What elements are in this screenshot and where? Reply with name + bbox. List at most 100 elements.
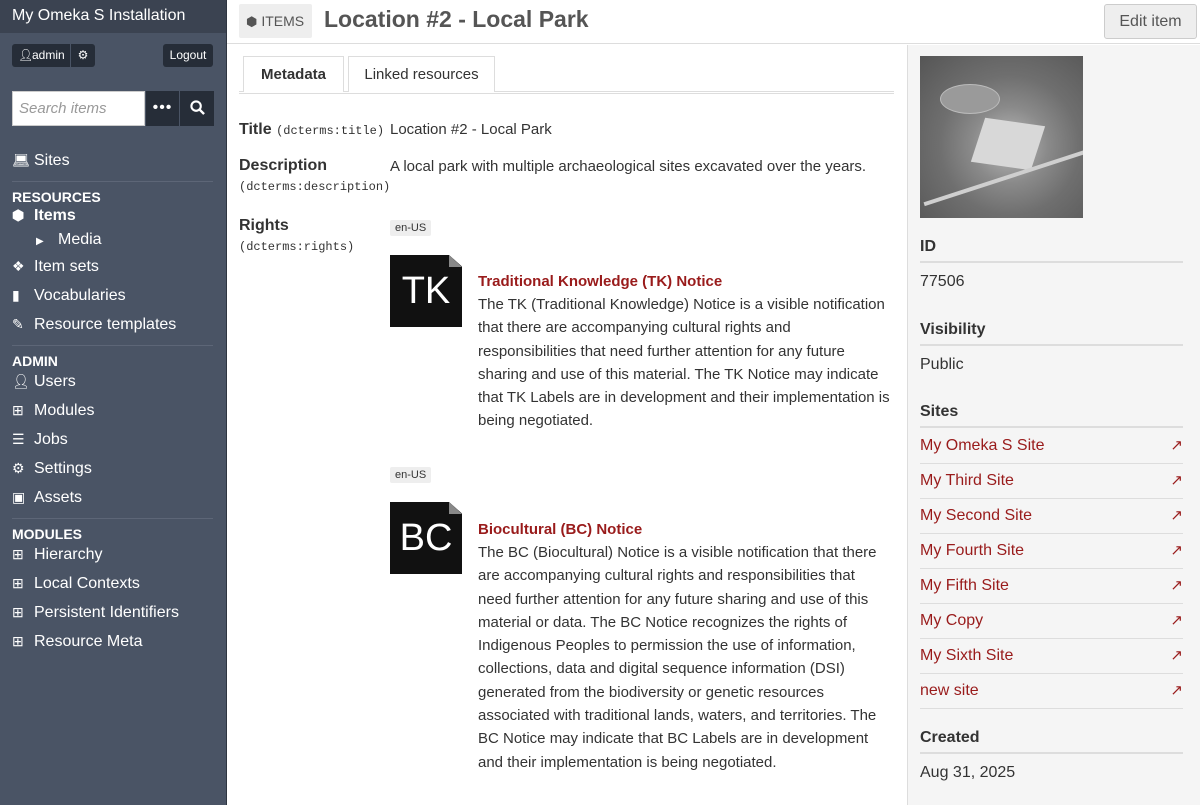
external-link-icon[interactable]: ↗ — [1170, 639, 1183, 673]
username: admin — [32, 48, 65, 62]
language-tag: en-US — [390, 467, 432, 483]
sidebar-item-label: Items — [34, 207, 76, 224]
site-name: My Third Site — [920, 472, 1014, 489]
sidebar-item-label: Vocabularies — [34, 287, 126, 304]
sites-heading: Sites — [920, 403, 1183, 428]
external-link-icon[interactable]: ↗ — [1170, 464, 1183, 498]
cube-icon: ⬢ — [12, 207, 25, 223]
external-link-icon[interactable]: ↗ — [1170, 674, 1183, 708]
external-link-icon[interactable]: ↗ — [1170, 569, 1183, 603]
site-link[interactable]: My Fifth Site ↗ — [920, 569, 1183, 604]
modules-heading: MODULES — [12, 518, 213, 542]
tab-metadata[interactable]: Metadata — [243, 56, 344, 92]
sidebar-item-label: Local Contexts — [34, 575, 140, 592]
user-icon: 👤︎ — [12, 373, 30, 389]
property-label: Title — [239, 121, 272, 138]
edit-square-icon: ✎ — [12, 316, 24, 332]
created-heading: Created — [920, 729, 1183, 754]
item-sidebar-panel: ID 77506 Visibility Public Sites My Omek… — [907, 45, 1200, 805]
plus-square-icon: ⊞ — [12, 575, 24, 591]
sidebar-item-sites[interactable]: 💻︎ Sites — [12, 146, 213, 175]
page-header: ⬢ ITEMS Location #2 - Local Park Edit ite… — [227, 0, 1200, 44]
site-name: My Copy — [920, 612, 984, 629]
section-tabs: Metadata Linked resources — [239, 56, 894, 94]
created-value: Aug 31, 2025 — [920, 764, 1016, 781]
user-bar: 👤︎admin ⚙︎ Logout — [12, 44, 213, 67]
search-input[interactable] — [12, 91, 145, 126]
sidebar-item-media[interactable]: ▶ Media — [12, 227, 213, 252]
tab-linked-resources[interactable]: Linked resources — [348, 56, 495, 92]
site-link[interactable]: My Sixth Site ↗ — [920, 639, 1183, 674]
search-button[interactable] — [180, 91, 214, 126]
site-link[interactable]: My Copy ↗ — [920, 604, 1183, 639]
notice-description: The TK (Traditional Knowledge) Notice is… — [478, 296, 890, 430]
admin-heading: ADMIN — [12, 345, 213, 369]
property-title-label: Title (dcterms:title) — [239, 121, 384, 139]
bc-notice-image: BC — [390, 502, 462, 574]
resources-heading: RESOURCES — [12, 181, 213, 205]
sidebar-item-settings[interactable]: ⚙︎ Settings — [12, 454, 213, 483]
sidebar-item-items[interactable]: ⬢ Items — [12, 203, 213, 227]
ellipsis-icon: ••• — [152, 99, 173, 116]
item-thumbnail[interactable] — [920, 56, 1083, 218]
sidebar-item-label: Sites — [34, 152, 70, 169]
sidebar-item-users[interactable]: 👤︎ Users — [12, 367, 213, 396]
external-link-icon[interactable]: ↗ — [1170, 429, 1183, 463]
sidebar-item-resource-templates[interactable]: ✎ Resource templates — [12, 310, 213, 339]
external-link-icon[interactable]: ↗ — [1170, 499, 1183, 533]
gear-icon: ⚙︎ — [77, 48, 89, 62]
external-link-icon[interactable]: ↗ — [1170, 604, 1183, 638]
tasks-icon: ☰ — [12, 431, 25, 447]
id-heading: ID — [920, 238, 1183, 263]
site-name: new site — [920, 682, 979, 699]
property-description-label: Description (dcterms:description) — [239, 157, 390, 194]
site-link[interactable]: My Third Site ↗ — [920, 464, 1183, 499]
sidebar-item-jobs[interactable]: ☰ Jobs — [12, 425, 213, 454]
sidebar-item-modules[interactable]: ⊞ Modules — [12, 396, 213, 425]
property-title-value: Location #2 - Local Park — [390, 121, 552, 138]
logout-button[interactable]: Logout — [163, 44, 213, 67]
installation-title[interactable]: My Omeka S Installation — [0, 0, 226, 33]
site-link[interactable]: new site ↗ — [920, 674, 1183, 709]
user-button[interactable]: 👤︎admin — [12, 44, 70, 67]
sidebar-item-label: Assets — [34, 489, 83, 506]
plus-square-icon: ⊞ — [12, 633, 24, 649]
sidebar-item-local-contexts[interactable]: ⊞ Local Contexts — [12, 569, 213, 598]
visibility-value: Public — [920, 356, 964, 373]
cube-icon: ⬢ — [246, 14, 258, 29]
search-bar: ••• — [12, 91, 214, 126]
sidebar-item-resource-meta[interactable]: ⊞ Resource Meta — [12, 627, 213, 656]
sidebar-item-label: Item sets — [34, 258, 99, 275]
site-link[interactable]: My Second Site ↗ — [920, 499, 1183, 534]
user-settings-button[interactable]: ⚙︎ — [71, 44, 95, 67]
main-content: Metadata Linked resources Title (dcterms… — [227, 45, 907, 805]
sidebar-item-label: Jobs — [34, 431, 68, 448]
property-label: Description — [239, 157, 328, 174]
sidebar-item-label: Users — [34, 373, 76, 390]
plus-square-icon: ⊞ — [12, 402, 24, 418]
property-label: Rights — [239, 217, 289, 234]
external-link-icon[interactable]: ↗ — [1170, 534, 1183, 568]
sidebar-item-hierarchy[interactable]: ⊞ Hierarchy — [12, 540, 213, 569]
sidebar-item-item-sets[interactable]: ❖ Item sets — [12, 252, 213, 281]
id-value: 77506 — [920, 273, 965, 290]
notice-description: The BC (Biocultural) Notice is a visible… — [478, 544, 877, 771]
property-term: (dcterms:title) — [276, 124, 385, 138]
cubes-icon: ❖ — [12, 258, 25, 274]
user-icon: 👤︎ — [18, 48, 34, 62]
sidebar-item-persistent-identifiers[interactable]: ⊞ Persistent Identifiers — [12, 598, 213, 627]
notice-title-link[interactable]: Biocultural (BC) Notice — [478, 521, 642, 538]
sidebar-item-label: Hierarchy — [34, 546, 103, 563]
plus-square-icon: ⊞ — [12, 546, 24, 562]
search-options-button[interactable]: ••• — [146, 91, 179, 126]
sidebar-item-label: Persistent Identifiers — [34, 604, 179, 621]
property-description-value: A local park with multiple archaeologica… — [390, 158, 867, 175]
site-link[interactable]: My Omeka S Site ↗ — [920, 429, 1183, 464]
edit-item-button[interactable]: Edit item — [1104, 4, 1197, 39]
sidebar-item-assets[interactable]: ▣ Assets — [12, 483, 213, 512]
sidebar-item-label: Media — [58, 231, 102, 248]
sidebar-item-vocabularies[interactable]: ▮ Vocabularies — [12, 281, 213, 310]
site-name: My Sixth Site — [920, 647, 1014, 664]
notice-title-link[interactable]: Traditional Knowledge (TK) Notice — [478, 273, 722, 290]
site-link[interactable]: My Fourth Site ↗ — [920, 534, 1183, 569]
